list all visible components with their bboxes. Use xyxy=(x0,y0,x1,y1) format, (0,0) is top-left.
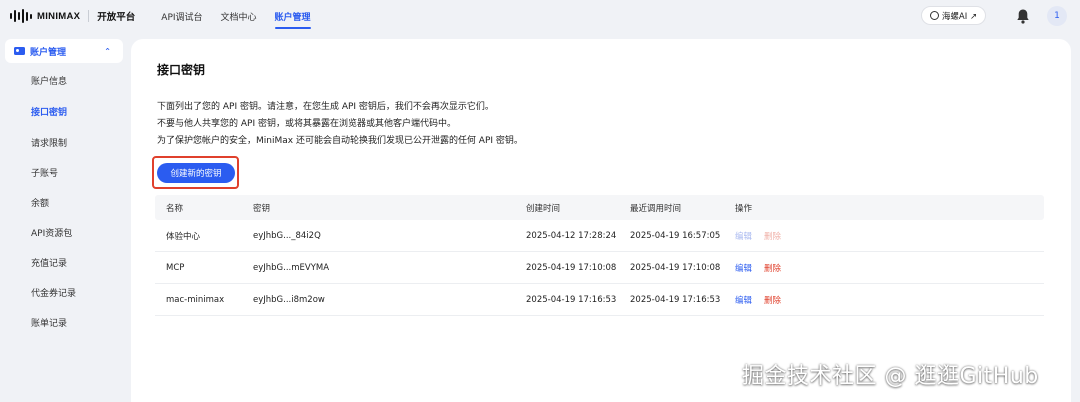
hailuo-icon xyxy=(929,11,939,20)
table-row: mac-minimax eyJhbG...i8m2ow 2025-04-19 1… xyxy=(155,284,1044,316)
hailuo-ai-link[interactable]: 海螺AI ↗ xyxy=(921,6,986,25)
sidebar: 账户管理 ⌃ 账户信息 接口密钥 请求限制 子账号 余额 API资源包 充值记录… xyxy=(0,32,130,402)
sidebar-item-rate-limits[interactable]: 请求限制 xyxy=(31,136,67,149)
watermark: 掘金技术社区 @ 逛逛GitHub xyxy=(742,364,1039,389)
sidebar-group-label: 账户管理 xyxy=(30,47,67,58)
description-line-3: 为了保护您帐户的安全，MiniMax 还可能会自动轮换我们发现已公开泄露的任何 … xyxy=(157,136,523,146)
key-value: eyJhbG..._84i2Q xyxy=(253,230,321,241)
platform-title: 开放平台 xyxy=(97,12,136,23)
edit-button[interactable]: 编辑 xyxy=(735,294,752,306)
header-actions: 操作 xyxy=(735,203,753,214)
created-time: 2025-04-19 17:10:08 xyxy=(526,262,617,273)
main-nav: API调试台 文档中心 账户管理 xyxy=(152,0,319,32)
hailuo-label: 海螺AI ↗ xyxy=(941,11,978,22)
table-row: 体验中心 eyJhbG..._84i2Q 2025-04-12 17:28:24… xyxy=(155,220,1044,252)
delete-button[interactable]: 删除 xyxy=(764,262,781,274)
key-name: 体验中心 xyxy=(166,231,201,242)
nav-api-console[interactable]: API调试台 xyxy=(152,0,211,32)
sidebar-item-api-packages[interactable]: API资源包 xyxy=(31,226,72,239)
sidebar-item-api-keys[interactable]: 接口密钥 xyxy=(31,105,67,118)
key-name: MCP xyxy=(166,262,185,273)
sidebar-item-voucher-records[interactable]: 代金券记录 xyxy=(31,286,76,299)
key-value: eyJhbG...mEVYMA xyxy=(253,262,330,273)
chevron-up-icon: ⌃ xyxy=(104,46,111,56)
created-time: 2025-04-19 17:16:53 xyxy=(526,294,617,305)
nav-docs[interactable]: 文档中心 xyxy=(212,0,266,32)
key-value: eyJhbG...i8m2ow xyxy=(253,294,325,305)
created-time: 2025-04-12 17:28:24 xyxy=(526,230,617,241)
edit-button[interactable]: 编辑 xyxy=(735,230,752,242)
id-card-icon xyxy=(14,47,25,55)
sidebar-item-balance[interactable]: 余额 xyxy=(31,196,49,209)
top-navigation-bar: MINIMAX 开放平台 API调试台 文档中心 账户管理 海螺AI ↗ 1 xyxy=(0,0,1080,32)
api-keys-table: 名称 密钥 创建时间 最近调用时间 操作 体验中心 eyJhbG..._84i2… xyxy=(155,195,1044,316)
last-used-time: 2025-04-19 17:16:53 xyxy=(630,294,721,305)
header-name: 名称 xyxy=(166,203,184,214)
last-used-time: 2025-04-19 17:10:08 xyxy=(630,262,721,273)
minimax-wave-icon xyxy=(10,9,32,23)
logo-text: MINIMAX xyxy=(37,10,81,22)
key-name: mac-minimax xyxy=(166,294,225,305)
header-created: 创建时间 xyxy=(526,203,561,214)
delete-button[interactable]: 删除 xyxy=(764,294,781,306)
logo-divider xyxy=(88,10,90,22)
table-header: 名称 密钥 创建时间 最近调用时间 操作 xyxy=(155,195,1044,220)
header-last-used: 最近调用时间 xyxy=(630,203,682,214)
edit-button[interactable]: 编辑 xyxy=(735,262,752,274)
sidebar-item-account-info[interactable]: 账户信息 xyxy=(31,74,67,87)
sidebar-item-sub-accounts[interactable]: 子账号 xyxy=(31,166,58,179)
delete-button[interactable]: 删除 xyxy=(764,230,781,242)
create-button-highlight: 创建新的密钥 xyxy=(152,156,239,189)
main-panel: 接口密钥 下面列出了您的 API 密钥。请注意，在您生成 API 密钥后，我们不… xyxy=(131,39,1071,402)
last-used-time: 2025-04-19 16:57:05 xyxy=(630,230,721,241)
minimax-logo[interactable]: MINIMAX 开放平台 xyxy=(10,9,135,23)
avatar[interactable]: 1 xyxy=(1047,6,1067,26)
sidebar-item-billing-records[interactable]: 账单记录 xyxy=(31,316,67,329)
bell-icon[interactable] xyxy=(1016,8,1030,24)
description-line-2: 不要与他人共享您的 API 密钥，或将其暴露在浏览器或其他客户端代码中。 xyxy=(157,119,456,129)
page-title: 接口密钥 xyxy=(157,63,206,77)
create-new-key-button[interactable]: 创建新的密钥 xyxy=(157,163,235,183)
description-line-1: 下面列出了您的 API 密钥。请注意，在您生成 API 密钥后，我们不会再次显示… xyxy=(157,102,494,112)
sidebar-item-recharge-records[interactable]: 充值记录 xyxy=(31,256,67,269)
header-key: 密钥 xyxy=(253,203,271,214)
sidebar-group-account-management[interactable]: 账户管理 ⌃ xyxy=(5,39,123,63)
nav-account-management[interactable]: 账户管理 xyxy=(266,0,320,32)
table-row: MCP eyJhbG...mEVYMA 2025-04-19 17:10:08 … xyxy=(155,252,1044,284)
